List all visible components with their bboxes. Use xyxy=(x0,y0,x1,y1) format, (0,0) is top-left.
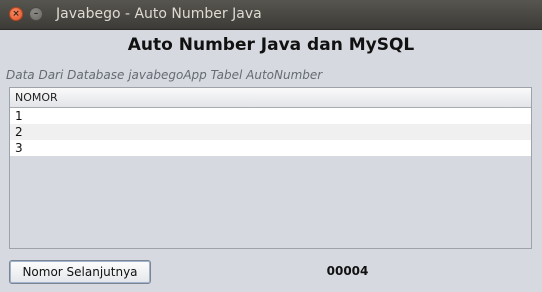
column-header-nomor[interactable]: NOMOR xyxy=(10,88,531,108)
table-row[interactable]: 1 xyxy=(10,108,531,124)
app-window: × – Javabego - Auto Number Java Auto Num… xyxy=(0,0,542,292)
page-title: Auto Number Java dan MySQL xyxy=(127,35,415,55)
table-caption: Data Dari Database javabegoApp Tabel Aut… xyxy=(6,68,323,82)
table-row[interactable]: 2 xyxy=(10,124,531,140)
title-bar: × – Javabego - Auto Number Java xyxy=(0,0,542,30)
next-number-button[interactable]: Nomor Selanjutnya xyxy=(9,260,151,284)
data-table[interactable]: NOMOR 1 2 3 xyxy=(9,87,532,249)
minimize-icon[interactable]: – xyxy=(29,7,43,21)
next-number-value: 00004 xyxy=(326,264,369,278)
table-row[interactable]: 3 xyxy=(10,140,531,156)
close-icon[interactable]: × xyxy=(9,7,23,21)
window-title: Javabego - Auto Number Java xyxy=(56,6,262,22)
